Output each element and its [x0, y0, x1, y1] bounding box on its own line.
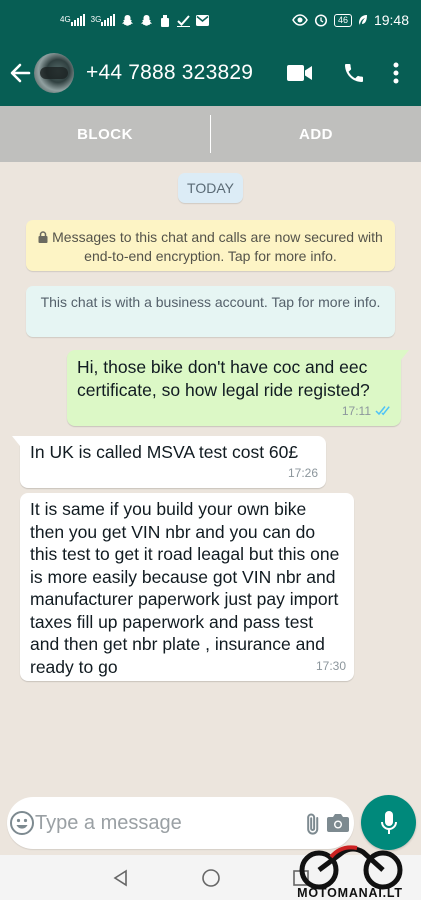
- contact-name[interactable]: +44 7888 323829: [86, 61, 273, 85]
- chat-area[interactable]: TODAY Messages to this chat and calls ar…: [0, 162, 421, 802]
- more-options-button[interactable]: [381, 53, 411, 93]
- block-button[interactable]: BLOCK: [0, 106, 210, 162]
- message-meta: 17:30: [316, 655, 346, 678]
- message-text: It is same if you build your own bike th…: [30, 499, 340, 677]
- network-label-3g: 3G: [90, 15, 102, 24]
- incoming-message[interactable]: In UK is called MSVA test cost 60£ 17:26: [12, 436, 326, 488]
- voice-call-button[interactable]: [327, 53, 381, 93]
- message-time: 17:11: [341, 403, 371, 418]
- avatar[interactable]: [34, 53, 74, 93]
- message-meta: 17:26: [288, 462, 318, 485]
- check-icon: [177, 13, 191, 27]
- business-notice[interactable]: This chat is with a business account. Ta…: [26, 286, 395, 337]
- nav-home-button[interactable]: [166, 855, 256, 900]
- emoji-icon: [10, 811, 34, 835]
- chat-header: +44 7888 323829: [0, 40, 421, 106]
- alarm-icon: [314, 13, 328, 27]
- message-time: 17:30: [315, 658, 346, 673]
- status-bar-right: 46 19:48: [292, 12, 409, 28]
- clean-icon: [159, 13, 171, 27]
- video-call-button[interactable]: [273, 53, 327, 93]
- header-actions: [273, 53, 411, 93]
- 3g-signal-icon: 3G: [91, 13, 116, 27]
- battery-indicator: 46: [333, 13, 352, 27]
- message-time: 17:26: [287, 465, 318, 480]
- watermark: MOTOMANAI.LT: [280, 830, 420, 900]
- gmail-icon: [196, 13, 210, 27]
- video-camera-icon: [287, 65, 312, 81]
- read-ticks-icon: [375, 406, 390, 416]
- message-text: Hi, those bike don't have coc and eec ce…: [77, 357, 370, 400]
- network-label-4g: 4G: [60, 15, 71, 24]
- incoming-message[interactable]: It is same if you build your own bike th…: [20, 493, 354, 681]
- outgoing-message[interactable]: Hi, those bike don't have coc and eec ce…: [67, 350, 409, 426]
- lock-icon: [38, 229, 48, 247]
- message-meta: 17:11: [342, 400, 393, 423]
- block-add-bar: BLOCK ADD: [0, 106, 421, 162]
- circle-home-icon: [201, 868, 220, 887]
- kebab-menu-icon: [393, 62, 399, 84]
- message-input[interactable]: [35, 811, 300, 835]
- 4g-signal-icon: 4G: [60, 13, 85, 27]
- motorcycle-logo-icon: [299, 845, 403, 890]
- encryption-notice[interactable]: Messages to this chat and calls are now …: [26, 220, 395, 271]
- status-bar-left: 4G 3G: [60, 13, 210, 27]
- status-time: 19:48: [373, 12, 409, 28]
- snapchat-icon: [121, 13, 134, 27]
- add-button[interactable]: ADD: [211, 106, 421, 162]
- message-text: In UK is called MSVA test cost 60£: [30, 442, 299, 462]
- eye-icon: [292, 13, 308, 27]
- leaf-icon: [358, 13, 368, 27]
- snapchat-icon: [140, 13, 153, 27]
- nav-back-button[interactable]: [76, 855, 166, 900]
- back-arrow-icon[interactable]: [8, 61, 32, 85]
- watermark-text: MOTOMANAI.LT: [297, 886, 403, 900]
- emoji-button[interactable]: [9, 799, 35, 847]
- date-separator: TODAY: [178, 173, 243, 203]
- encryption-notice-text: Messages to this chat and calls are now …: [52, 229, 383, 264]
- phone-icon: [345, 64, 363, 82]
- status-bar: 4G 3G 46 19:48: [0, 0, 421, 40]
- triangle-back-icon: [113, 869, 127, 886]
